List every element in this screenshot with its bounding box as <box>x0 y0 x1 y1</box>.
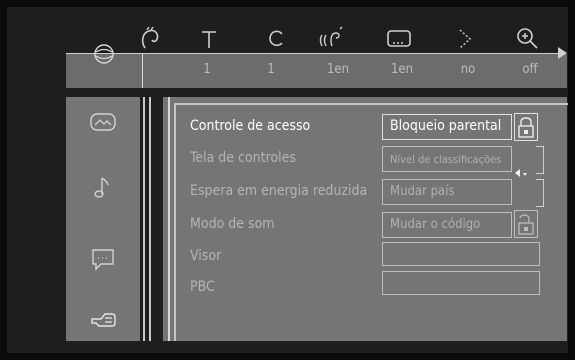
menu-item-access-control[interactable]: Controle de acesso <box>190 118 310 134</box>
zoom-icon[interactable] <box>515 26 541 52</box>
empty-option-box <box>382 271 540 295</box>
subtitle-icon[interactable] <box>386 26 412 52</box>
sidebar-divider <box>149 97 151 341</box>
menu-item-pbc[interactable]: PBC <box>190 279 215 295</box>
angle-icon[interactable] <box>137 26 163 52</box>
picture-setup-icon[interactable] <box>88 108 118 138</box>
title-icon[interactable] <box>196 26 222 52</box>
features-setup-icon[interactable] <box>88 305 118 335</box>
lock-column-box <box>536 179 544 207</box>
submenu-label: Mudar país <box>390 184 455 199</box>
top-bar-separator <box>66 53 563 54</box>
arrow-left-small-icon <box>515 169 527 177</box>
empty-option-box <box>382 242 540 266</box>
lock-open-icon <box>518 214 534 235</box>
menu-item-display[interactable]: Visor <box>190 248 221 264</box>
chapter-value: 1 <box>267 62 275 77</box>
unlock-status-box[interactable] <box>514 210 538 238</box>
menu-item-control-screen[interactable]: Tela de controles <box>190 150 296 166</box>
submenu-parental-lock[interactable]: Bloqueio parental <box>382 114 512 140</box>
language-setup-icon[interactable] <box>88 244 118 274</box>
submenu-change-country[interactable]: Mudar país <box>382 179 512 205</box>
time-search-value: no <box>460 62 476 77</box>
submenu-change-code[interactable]: Mudar o código <box>382 212 512 238</box>
subtitle-value: 1en <box>390 62 414 77</box>
zoom-value: off <box>522 62 538 77</box>
submenu-rating-level[interactable]: Nível de classificações <box>382 146 512 172</box>
menu-item-low-power-standby[interactable]: Espera em energia reduzida <box>190 183 367 199</box>
audio-language-value: 1en <box>326 62 350 77</box>
panel-left-border <box>168 97 170 341</box>
sidebar-divider <box>143 97 145 341</box>
submenu-label: Bloqueio parental <box>390 118 502 134</box>
title-value: 1 <box>203 62 211 77</box>
menu-item-sound-mode[interactable]: Modo de som <box>190 216 275 232</box>
lock-closed-icon <box>518 117 534 138</box>
audio-language-icon[interactable] <box>318 26 344 52</box>
time-search-icon[interactable] <box>452 26 478 52</box>
submenu-label: Nível de classificações <box>390 153 502 166</box>
disc-icon <box>94 44 114 64</box>
panel-top-border <box>174 103 568 105</box>
lock-status-box[interactable] <box>514 113 538 141</box>
submenu-label: Mudar o código <box>390 217 481 232</box>
panel-inner-border <box>174 103 176 341</box>
chapter-icon[interactable] <box>263 26 289 52</box>
sound-setup-icon[interactable] <box>88 173 118 203</box>
lock-column-box <box>536 146 544 174</box>
arrow-right-icon <box>558 47 567 59</box>
